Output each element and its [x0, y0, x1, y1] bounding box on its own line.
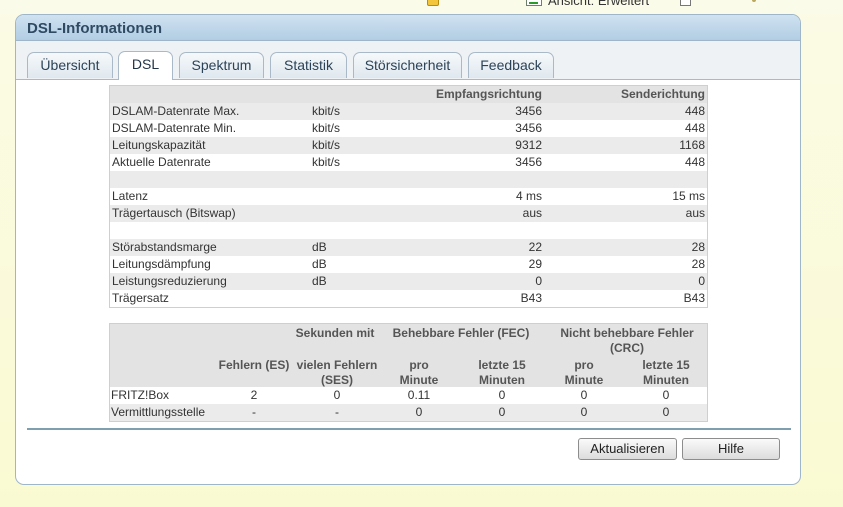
header-crc-15: letzte 15 Minuten	[642, 358, 690, 387]
row-label: FRITZ!Box	[111, 388, 170, 402]
view-icon[interactable]	[526, 0, 542, 6]
row-tx-value: B43	[683, 291, 705, 305]
header-fec-15: letzte 15 Minuten	[478, 358, 526, 387]
row-unit: kbit/s	[312, 155, 341, 169]
row-tx-value: aus	[685, 206, 705, 220]
row-rx-value: 22	[528, 240, 542, 254]
header-fec: Behebbare Fehler (FEC)	[392, 326, 530, 340]
row-rx-value: 29	[528, 257, 542, 271]
row-unit: dB	[312, 274, 327, 288]
cell-crc-min: 0	[580, 388, 588, 402]
row-rx-value: B43	[520, 291, 542, 305]
tab-dsl[interactable]: DSL	[118, 51, 173, 80]
table-row: DSLAM-Datenrate Min. kbit/s 3456 448	[110, 120, 707, 137]
tab-stoersicherheit[interactable]: Störsicherheit	[353, 52, 462, 78]
table-row: Störabstandsmarge dB 22 28	[110, 239, 707, 256]
table-header: Sekunden mit Behebbare Fehler (FEC) Nich…	[110, 324, 707, 387]
tab-bar: Übersicht DSL Spektrum Statistik Störsic…	[16, 41, 800, 80]
row-tx-value: 448	[684, 104, 705, 118]
table-header-row: Empfangsrichtung Senderichtung	[110, 86, 707, 103]
row-unit: dB	[312, 257, 327, 271]
row-label: Leistungsreduzierung	[112, 274, 227, 288]
row-tx-value: 28	[691, 257, 705, 271]
cell-es: -	[252, 405, 256, 419]
table-row	[110, 222, 707, 239]
tab-feedback[interactable]: Feedback	[468, 52, 554, 78]
cell-crc-15: 0	[662, 405, 670, 419]
header-fec-min: pro Minute	[399, 358, 439, 387]
row-tx-value: 0	[698, 274, 705, 288]
row-label: Aktuelle Datenrate	[112, 155, 211, 169]
header-ses: vielen Fehlern (SES)	[296, 358, 378, 387]
row-rx-value: 3456	[515, 104, 542, 118]
panel-title: DSL-Informationen	[27, 20, 162, 37]
row-label: Trägersatz	[112, 291, 169, 305]
cell-fec-min: 0.11	[407, 388, 431, 402]
row-rx-value: 9312	[515, 138, 542, 152]
row-label: Trägertausch (Bitswap)	[112, 206, 236, 220]
row-rx-value: 4 ms	[515, 189, 542, 203]
table-row: FRITZ!Box 2 0 0.11 0 0 0	[110, 387, 707, 404]
row-tx-value: 448	[684, 121, 705, 135]
table-row: Leitungskapazität kbit/s 9312 1168	[110, 137, 707, 154]
cell-fec-min: 0	[415, 405, 423, 419]
top-toolbar-strip: Ansicht: Erweitert	[0, 0, 843, 13]
row-rx-value: 0	[535, 274, 542, 288]
table-row: Vermittlungsstelle - - 0 0 0 0	[110, 404, 707, 421]
row-rx-value: 3456	[515, 155, 542, 169]
row-label: Latenz	[112, 189, 149, 203]
cell-es: 2	[250, 388, 258, 402]
table-row: Trägersatz B43 B43	[110, 290, 707, 307]
row-label: Leitungskapazität	[112, 138, 206, 152]
header-crc: Nicht behebbare Fehler (CRC)	[560, 326, 694, 355]
row-unit: dB	[312, 240, 327, 254]
row-label: DSLAM-Datenrate Max.	[112, 104, 240, 118]
table-row: Leitungsdämpfung dB 29 28	[110, 256, 707, 273]
view-mode-link[interactable]: Ansicht: Erweitert	[548, 0, 649, 8]
cell-ses: -	[335, 405, 339, 419]
error-stats-table: Sekunden mit Behebbare Fehler (FEC) Nich…	[109, 323, 708, 422]
row-label: Störabstandsmarge	[112, 240, 217, 254]
table-row: DSLAM-Datenrate Max. kbit/s 3456 448	[110, 103, 707, 120]
table-row: Trägertausch (Bitswap) aus aus	[110, 205, 707, 222]
tab-uebersicht[interactable]: Übersicht	[27, 52, 113, 78]
table-row: Latenz 4 ms 15 ms	[110, 188, 707, 205]
row-unit: kbit/s	[312, 138, 341, 152]
cell-fec-15: 0	[498, 388, 506, 402]
cell-crc-15: 0	[662, 388, 670, 402]
tab-spektrum[interactable]: Spektrum	[179, 52, 264, 78]
row-tx-value: 448	[684, 155, 705, 169]
help-button[interactable]: Hilfe	[682, 438, 780, 460]
row-unit: kbit/s	[312, 121, 341, 135]
dot-icon	[752, 0, 756, 2]
header-rx: Empfangsrichtung	[435, 87, 542, 101]
row-tx-value: 28	[691, 240, 705, 254]
table-row	[110, 171, 707, 188]
row-label: Vermittlungsstelle	[111, 405, 206, 419]
tab-statistik[interactable]: Statistik	[270, 52, 347, 78]
cell-fec-15: 0	[498, 405, 506, 419]
table-row: Aktuelle Datenrate kbit/s 3456 448	[110, 154, 707, 171]
row-tx-value: 15 ms	[672, 189, 705, 203]
row-label: DSLAM-Datenrate Min.	[112, 121, 237, 135]
table-row: Leistungsreduzierung dB 0 0	[110, 273, 707, 290]
refresh-button[interactable]: Aktualisieren	[578, 438, 677, 460]
dsl-info-panel: DSL-Informationen Übersicht DSL Spektrum…	[15, 14, 801, 485]
header-crc-min: pro Minute	[564, 358, 604, 387]
row-tx-value: 1168	[679, 138, 705, 152]
dsl-rates-table: Empfangsrichtung Senderichtung DSLAM-Dat…	[109, 85, 708, 308]
row-label: Leitungsdämpfung	[112, 257, 211, 271]
row-unit: kbit/s	[312, 104, 341, 118]
print-icon[interactable]	[680, 0, 691, 6]
folder-icon[interactable]	[427, 0, 439, 6]
row-rx-value: 3456	[515, 121, 542, 135]
header-tx: Senderichtung	[620, 87, 705, 101]
row-rx-value: aus	[522, 206, 542, 220]
divider	[27, 428, 791, 430]
cell-crc-min: 0	[580, 405, 588, 419]
header-es: Fehlern (ES)	[218, 358, 290, 372]
cell-ses: 0	[333, 388, 341, 402]
